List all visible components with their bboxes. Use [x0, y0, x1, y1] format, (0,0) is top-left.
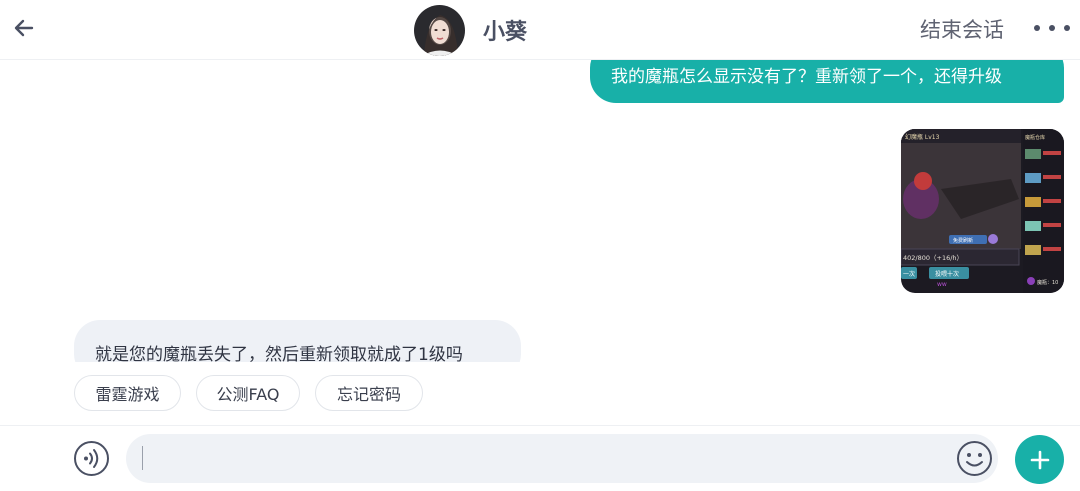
emoji-button[interactable] [956, 440, 993, 477]
emoji-icon [957, 441, 992, 476]
quick-replies: 雷霆游戏 公测FAQ 忘记密码 [0, 362, 1080, 424]
contact-info[interactable]: 小葵 [414, 4, 527, 56]
svg-text:魔瓶：10: 魔瓶：10 [1037, 279, 1058, 286]
voice-button[interactable] [73, 440, 110, 477]
more-dots-icon [1034, 25, 1040, 31]
input-bar [0, 425, 1080, 491]
svg-text:投喂十次: 投喂十次 [935, 270, 959, 278]
add-button[interactable] [1015, 435, 1064, 484]
end-chat-button[interactable]: 结束会话 [920, 14, 1004, 44]
svg-text:免费刷新: 免费刷新 [953, 237, 973, 244]
message-bubble-other: 就是您的魔瓶丢失了，然后重新领取就成了1级吗 [74, 320, 521, 362]
message-input[interactable] [126, 434, 998, 483]
svg-text:魔瓶仓库: 魔瓶仓库 [1025, 134, 1045, 141]
quick-reply-chip[interactable]: 忘记密码 [315, 375, 423, 411]
chat-header: 小葵 结束会话 [0, 0, 1080, 60]
quick-reply-chip[interactable]: 公测FAQ [196, 375, 300, 411]
voice-icon [74, 441, 109, 476]
more-button[interactable] [1034, 14, 1070, 42]
avatar[interactable] [414, 4, 465, 56]
back-arrow-icon [14, 19, 34, 37]
message-list[interactable]: 我的魔瓶怎么显示没有了？重新领了一个，还得升级 幻魔瓶 Lv13 免费刷新 40… [0, 60, 1080, 362]
message-bubble-me: 我的魔瓶怎么显示没有了？重新领了一个，还得升级 [590, 60, 1064, 103]
svg-text:一次: 一次 [903, 270, 915, 278]
text-caret [142, 446, 143, 470]
game-title-text: 幻魔瓶 Lv13 [905, 133, 940, 141]
contact-name: 小葵 [483, 20, 528, 45]
plus-icon [1030, 450, 1049, 469]
progress-text: 402/800（+16/h） [903, 254, 963, 262]
quick-reply-chip[interactable]: 雷霆游戏 [74, 375, 181, 411]
svg-text:ww: ww [937, 281, 947, 288]
image-message[interactable]: 幻魔瓶 Lv13 免费刷新 402/800（+16/h） 一次 投喂十次 ww … [901, 129, 1064, 293]
back-button[interactable] [8, 12, 40, 44]
